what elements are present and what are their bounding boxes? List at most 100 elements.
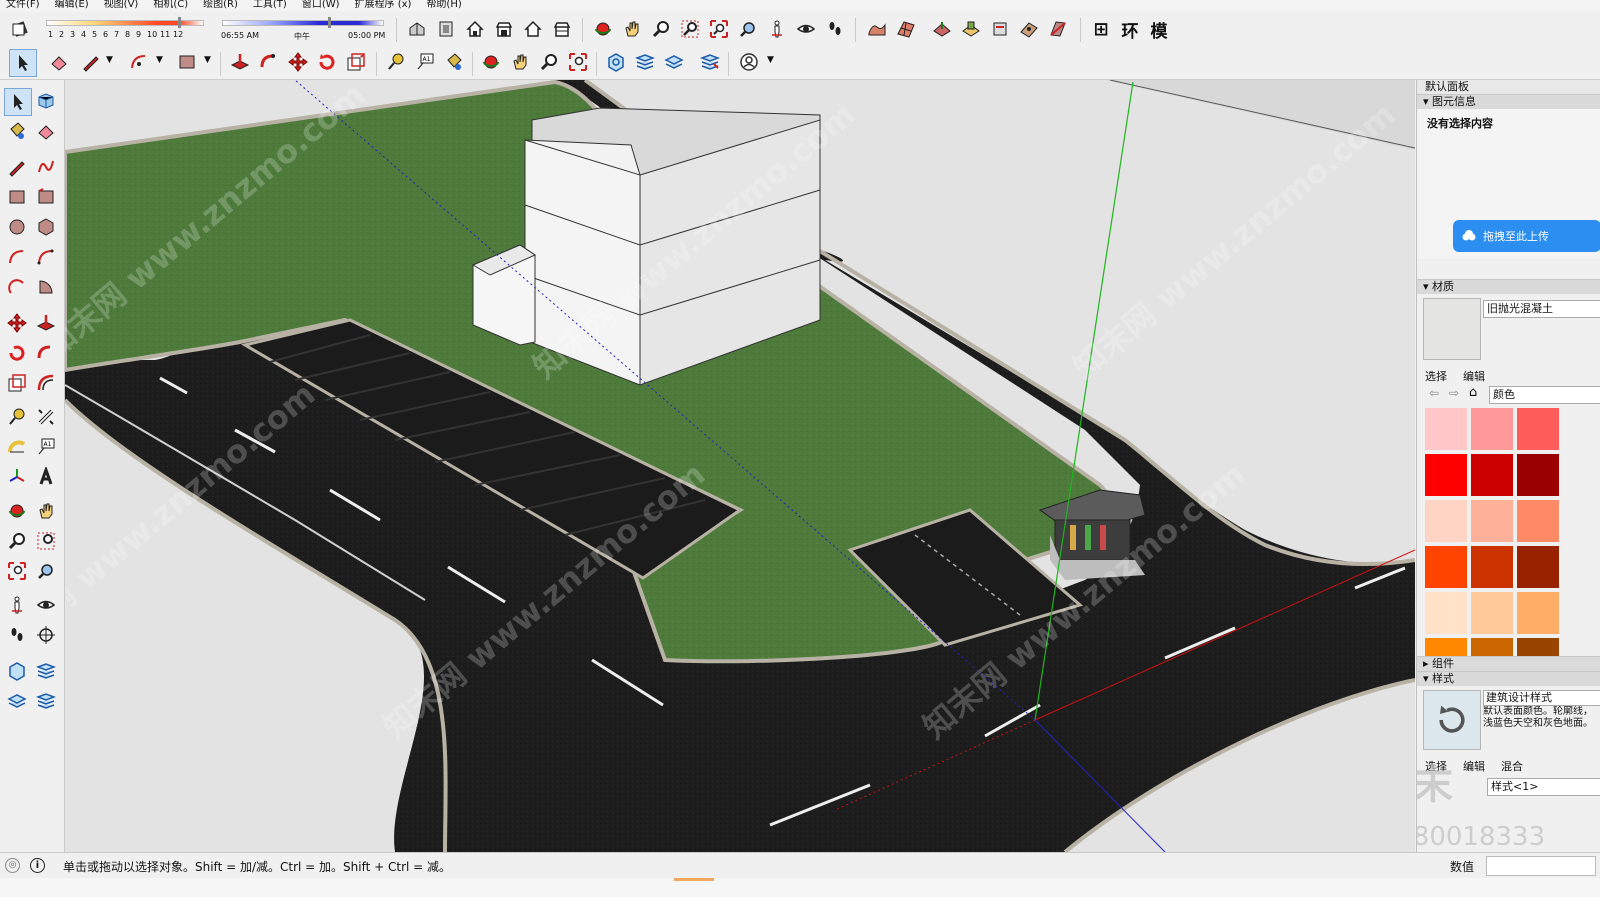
color-swatch[interactable] — [1517, 408, 1559, 450]
color-swatch[interactable] — [1471, 638, 1513, 656]
rectangle-tool-left[interactable] — [4, 184, 30, 210]
info-icon[interactable]: i — [30, 858, 45, 873]
extension-warehouse-left[interactable] — [33, 658, 59, 684]
menu-camera[interactable]: 相机(C) — [147, 0, 197, 12]
components-header[interactable]: ▸ 组件 — [1417, 656, 1600, 671]
menu-window[interactable]: 窗口(W) — [296, 0, 349, 12]
front-view-button[interactable] — [462, 16, 488, 42]
color-swatch[interactable] — [1517, 454, 1559, 496]
rotated-rectangle-left[interactable] — [33, 184, 59, 210]
style-thumbnail[interactable] — [1423, 690, 1481, 750]
zoom-window-button[interactable] — [677, 16, 703, 42]
material-name-field[interactable]: 旧抛光混凝土 — [1483, 300, 1600, 318]
circle-tool-left[interactable] — [4, 214, 30, 240]
material-thumbnail[interactable] — [1423, 298, 1481, 360]
zoom-window-left[interactable] — [33, 528, 59, 554]
left-view-button[interactable] — [549, 16, 575, 42]
share-model-button[interactable] — [697, 49, 723, 75]
smoove-button[interactable] — [929, 16, 955, 42]
env-plugin-button[interactable]: 环 — [1117, 16, 1143, 42]
upload-button[interactable]: 拖拽至此上传 — [1453, 220, 1600, 252]
previous-view-left[interactable] — [33, 558, 59, 584]
rectangle-tool-button[interactable] — [174, 49, 200, 75]
look-around-left[interactable] — [33, 592, 59, 618]
pie-tool-left[interactable] — [33, 274, 59, 300]
scale-tool-button[interactable] — [343, 49, 369, 75]
color-swatch[interactable] — [1425, 408, 1467, 450]
walk-left[interactable] — [4, 622, 30, 648]
arc-tool-button[interactable] — [126, 49, 152, 75]
previous-view-button[interactable] — [735, 16, 761, 42]
styles-header[interactable]: ▾ 样式 — [1417, 671, 1600, 686]
pan-button-2[interactable] — [507, 49, 533, 75]
zoom-extents-button[interactable] — [706, 16, 732, 42]
color-swatch[interactable] — [1471, 592, 1513, 634]
color-swatch[interactable] — [1471, 454, 1513, 496]
select-tool-left[interactable] — [4, 88, 32, 116]
menu-edit[interactable]: 编辑(E) — [49, 0, 98, 12]
tab-edit-material[interactable]: 编辑 — [1463, 368, 1485, 384]
sandbox-scratch-button[interactable] — [893, 16, 919, 42]
model-plugin-button[interactable]: 模 — [1146, 16, 1172, 42]
menu-help[interactable]: 帮助(H) — [420, 0, 470, 12]
select-tool-button[interactable] — [9, 49, 37, 77]
text-tool-button[interactable]: A1 — [412, 49, 438, 75]
color-swatch[interactable] — [1517, 638, 1559, 656]
entity-info-header[interactable]: ▾ 图元信息 — [1417, 94, 1600, 109]
sandbox-contours-button[interactable] — [864, 16, 890, 42]
shape-dropdown-arrow[interactable]: ▼ — [204, 55, 211, 65]
layout-left[interactable] — [4, 688, 30, 714]
add-detail-button[interactable] — [1016, 16, 1042, 42]
drape-button[interactable] — [987, 16, 1013, 42]
share-left[interactable] — [33, 688, 59, 714]
value-control-box[interactable] — [1486, 856, 1596, 876]
follow-me-button[interactable] — [256, 49, 282, 75]
zoom-left[interactable] — [4, 528, 30, 554]
menu-extensions[interactable]: 扩展程序 (x) — [349, 0, 421, 12]
polygon-tool-left[interactable] — [33, 214, 59, 240]
look-around-button[interactable] — [793, 16, 819, 42]
forward-arrow-icon[interactable]: ⇨ — [1449, 386, 1459, 400]
model-viewport[interactable]: 知末网 www.znzmo.com 知末网 www.znzmo.com 知末网 … — [65, 80, 1415, 852]
pan-left[interactable] — [33, 498, 59, 524]
tab-select-material[interactable]: 选择 — [1425, 368, 1447, 384]
section-plane-left[interactable] — [33, 622, 59, 648]
orbit-button-2[interactable] — [478, 49, 504, 75]
push-pull-left[interactable] — [33, 310, 59, 336]
color-swatch[interactable] — [1517, 500, 1559, 542]
tape-measure-button[interactable] — [383, 49, 409, 75]
tab-edit-style[interactable]: 编辑 — [1463, 758, 1485, 774]
3d-text-left[interactable] — [33, 464, 59, 490]
move-tool-left[interactable] — [4, 310, 30, 336]
back-view-button[interactable] — [520, 16, 546, 42]
style-name-field[interactable]: 建筑设计样式 — [1483, 690, 1600, 706]
shadow-time-slider[interactable]: 06:55 AM 中午 05:00 PM — [220, 16, 386, 44]
zoom-button-2[interactable] — [536, 49, 562, 75]
follow-me-left[interactable] — [33, 340, 59, 366]
home-icon[interactable]: ⌂ — [1469, 385, 1477, 400]
warehouse-left[interactable] — [4, 658, 30, 684]
tab-mix-style[interactable]: 混合 — [1501, 758, 1523, 774]
color-swatch[interactable] — [1471, 500, 1513, 542]
warehouse-button[interactable] — [603, 49, 629, 75]
color-swatch[interactable] — [1471, 546, 1513, 588]
account-dropdown-arrow[interactable]: ▼ — [767, 55, 774, 65]
walk-button[interactable] — [822, 16, 848, 42]
zoom-extents-button-2[interactable] — [565, 49, 591, 75]
flip-edge-button[interactable] — [1045, 16, 1071, 42]
line-tool-left[interactable] — [4, 154, 30, 180]
time-slider-thumb[interactable] — [328, 17, 331, 28]
iso-view-button[interactable] — [404, 16, 430, 42]
month-slider-thumb[interactable] — [178, 17, 181, 28]
eraser-button[interactable] — [46, 49, 72, 75]
scale-tool-left[interactable] — [4, 370, 30, 396]
shadow-month-slider[interactable]: 1 2 3 4 5 6 7 8 9 10 11 12 — [44, 16, 206, 44]
grid-plugin-button[interactable]: ⊞ — [1088, 16, 1114, 42]
color-swatch[interactable] — [1517, 592, 1559, 634]
position-camera-left[interactable] — [4, 592, 30, 618]
layout-button[interactable] — [661, 49, 687, 75]
position-camera-button[interactable] — [764, 16, 790, 42]
top-view-button[interactable] — [433, 16, 459, 42]
menu-view[interactable]: 视图(V) — [98, 0, 148, 12]
line-dropdown-arrow[interactable]: ▼ — [106, 55, 113, 65]
